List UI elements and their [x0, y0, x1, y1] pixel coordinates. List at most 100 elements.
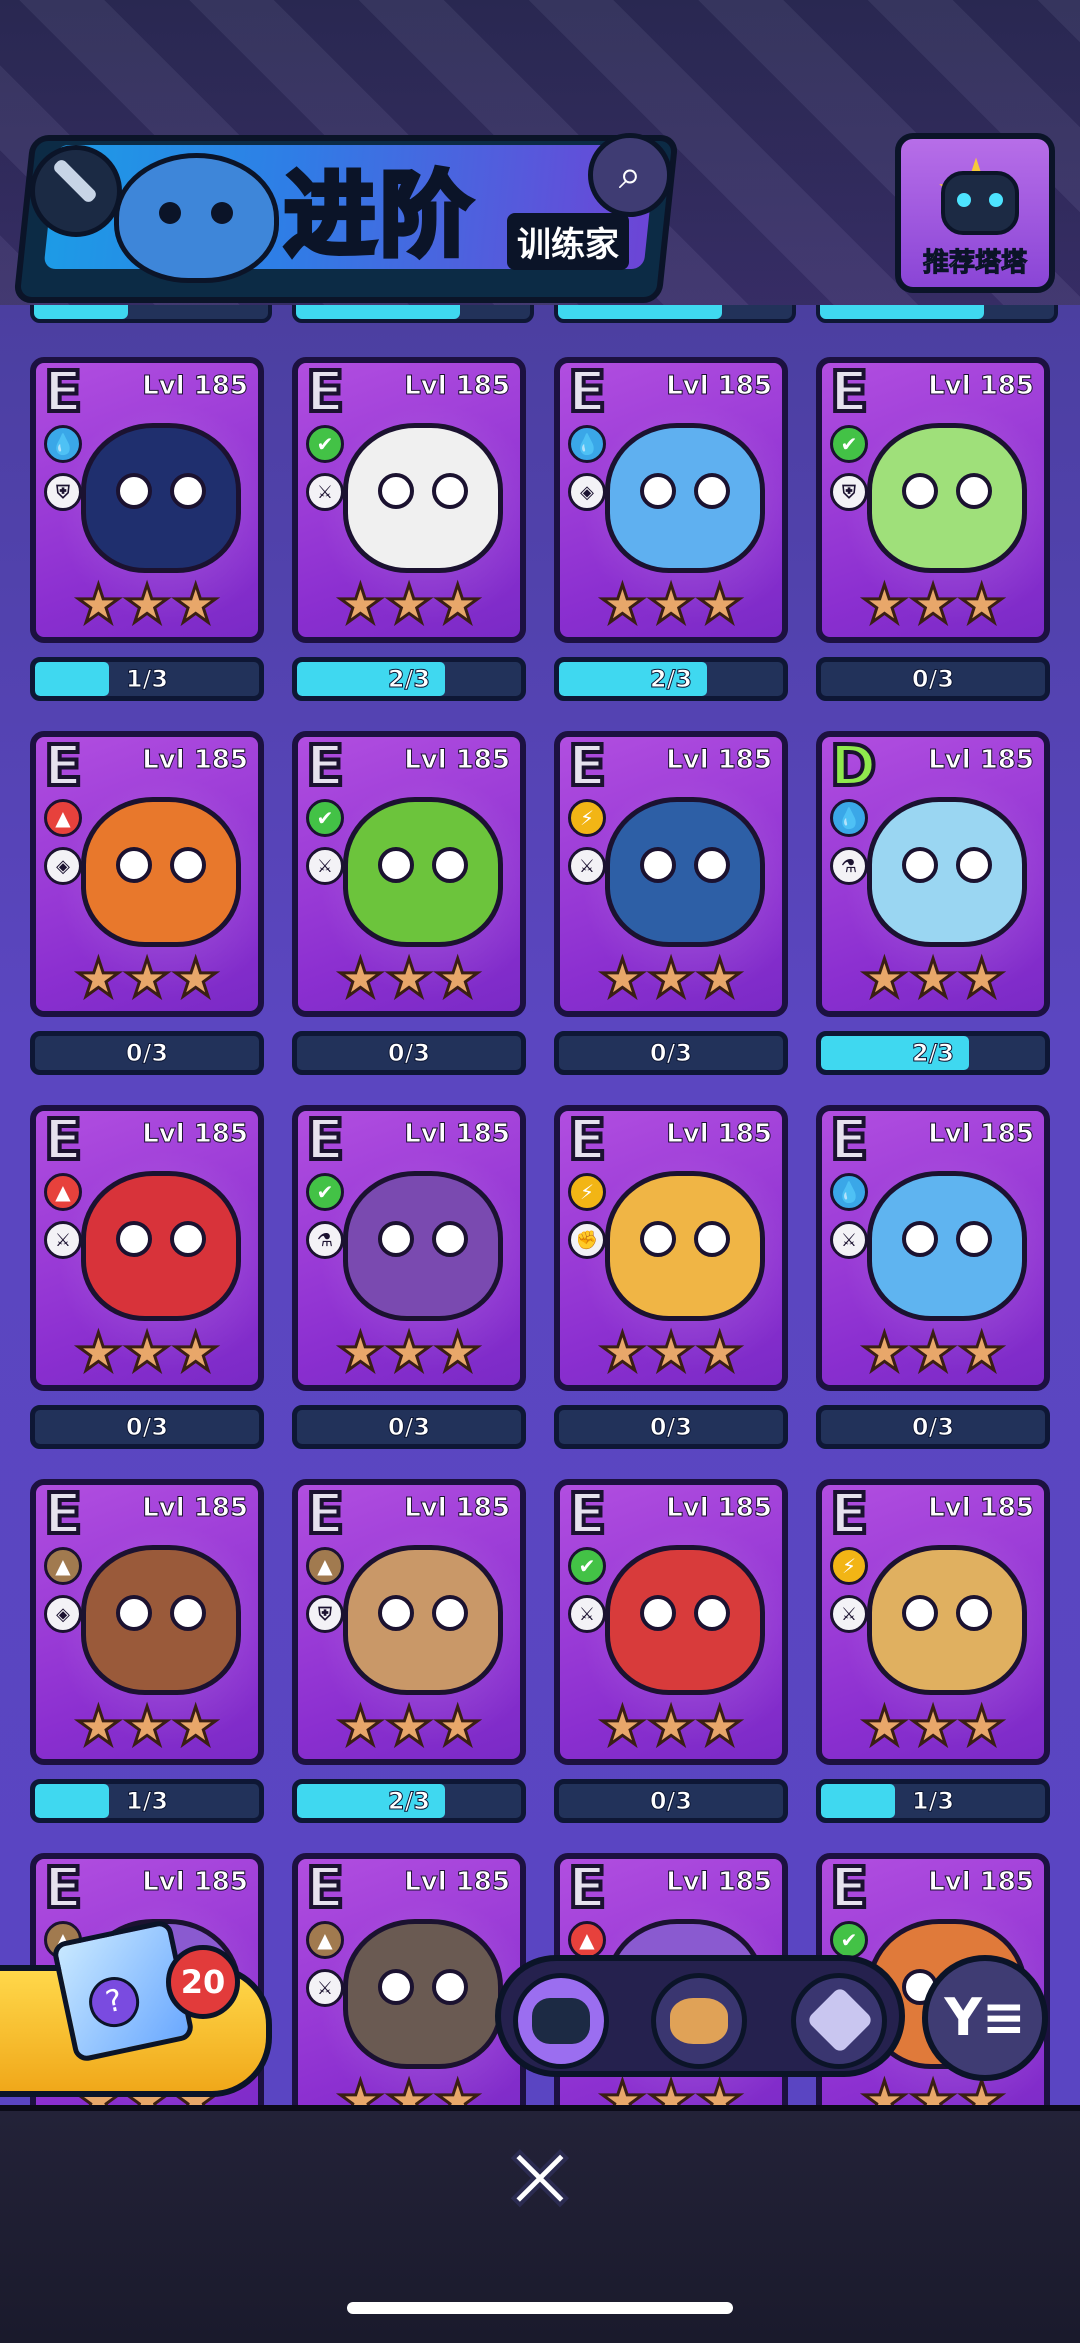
wrench-icon — [30, 145, 122, 237]
tier-badge: E — [828, 1482, 870, 1547]
creature-card[interactable]: E Lvl 185 ⚡ ✊ ★ ★ ★ 0/3 — [554, 1105, 788, 1480]
tier-badge: E — [42, 1108, 84, 1173]
mascot-icon — [114, 153, 279, 283]
creature-card[interactable]: E Lvl 185 ▲ ◈ ★ ★ ★ 0/3 — [30, 731, 264, 1106]
creature-grid[interactable]: E Lvl 185 💧 ⛨ ★ ★ ★ 1/3 E Lvl 185 ✔ ⚔ ★ ★ ★ 2/3 E Lvl 185… — [0, 305, 1080, 2105]
progress-bar: 2/3 — [292, 657, 526, 701]
progress-bar: 2/3 — [292, 1779, 526, 1823]
star-icon: ★ — [598, 1697, 648, 1757]
progress-text: 0/3 — [387, 1039, 431, 1068]
star-icon: ★ — [908, 575, 958, 635]
creature-card[interactable]: E Lvl 185 ▲ ⚔ ★ ★ ★ — [292, 1853, 526, 2105]
progress-text: 0/3 — [125, 1039, 169, 1068]
creature-card[interactable]: E Lvl 185 ⚡ ⚔ ★ ★ ★ 1/3 — [816, 1479, 1050, 1854]
star-icon: ★ — [74, 1697, 124, 1757]
star-rating: ★★★ — [598, 1697, 745, 1757]
star-rating: ★★★ — [74, 1323, 221, 1383]
fire-icon: ▲ — [44, 1173, 82, 1211]
creature-card[interactable]: E Lvl 185 ▲ ◈ ★ ★ ★ 1/3 — [30, 1479, 264, 1854]
level-label: Lvl 185 — [666, 745, 773, 776]
creature-card[interactable]: E Lvl 185 ▲ ⛨ ★ ★ ★ 2/3 — [292, 1479, 526, 1854]
tier-badge: E — [304, 1108, 346, 1173]
creature-card[interactable]: E Lvl 185 ✔ ⚔ ★ ★ ★ 2/3 — [292, 357, 526, 732]
star-icon: ★ — [74, 1323, 124, 1383]
progress-bar: 0/3 — [30, 1405, 264, 1449]
creature-card[interactable]: D Lvl 185 💧 ⚗ ★ ★ ★ 2/3 — [816, 731, 1050, 1106]
robot-icon — [941, 171, 1019, 235]
progress-text: 0/3 — [649, 1039, 693, 1068]
creature-card[interactable]: E Lvl 185 💧 ◈ ★ ★ ★ 2/3 — [554, 357, 788, 732]
card-portrait: E Lvl 185 ✔ ⚗ ★ ★ ★ — [292, 1105, 526, 1391]
water-icon: 💧 — [44, 425, 82, 463]
water-icon: 💧 — [830, 799, 868, 837]
star-rating: ★★★ — [336, 1323, 483, 1383]
star-icon: ★ — [646, 1697, 696, 1757]
progress-bar: 0/3 — [816, 1405, 1050, 1449]
card-portrait: E Lvl 185 ▲ ⚔ ★ ★ ★ — [292, 1853, 526, 2105]
progress-text: 0/3 — [649, 1787, 693, 1816]
card-portrait: E Lvl 185 💧 ◈ ★ ★ ★ — [554, 357, 788, 643]
star-icon: ★ — [646, 575, 696, 635]
creature-card[interactable]: E Lvl 185 ✔ ⛨ ★ ★ ★ 0/3 — [816, 357, 1050, 732]
star-icon: ★ — [646, 2071, 696, 2106]
star-icon: ★ — [336, 1323, 386, 1383]
creature-art — [605, 1171, 765, 1321]
tab-crystal-icon[interactable] — [791, 1973, 887, 2069]
creature-card[interactable]: E Lvl 185 ⚡ ⚔ ★ ★ ★ 0/3 — [554, 731, 788, 1106]
filter-icon[interactable]: Y≡ — [922, 1955, 1048, 2081]
leaf-icon: ✔ — [306, 425, 344, 463]
home-indicator[interactable] — [347, 2302, 733, 2314]
creature-art — [605, 1545, 765, 1695]
card-portrait: E Lvl 185 💧 ⚔ ★ ★ ★ — [816, 1105, 1050, 1391]
leaf-icon: ✔ — [568, 1547, 606, 1585]
star-icon: ★ — [74, 575, 124, 635]
recommend-button[interactable]: ★ 推荐塔塔 — [895, 133, 1055, 293]
tier-badge: E — [42, 360, 84, 425]
tier-badge: D — [828, 734, 879, 799]
water-icon: 💧 — [830, 1173, 868, 1211]
tier-badge: E — [304, 360, 346, 425]
star-rating: ★★★ — [74, 1697, 221, 1757]
star-icon: ★ — [957, 575, 1007, 635]
star-icon: ★ — [336, 2071, 386, 2106]
star-icon: ★ — [171, 575, 221, 635]
star-rating: ★★★ — [74, 952, 221, 1007]
star-icon: ★ — [384, 575, 434, 635]
level-label: Lvl 185 — [142, 1493, 249, 1524]
star-icon: ★ — [646, 1323, 696, 1383]
creature-card[interactable]: E Lvl 185 ✔ ⚗ ★ ★ ★ 0/3 — [292, 1105, 526, 1480]
card-portrait: E Lvl 185 ✔ ⚔ ★ ★ ★ — [292, 731, 526, 1017]
tab-food-icon[interactable] — [651, 1973, 747, 2069]
creature-card[interactable]: E Lvl 185 💧 ⚔ ★ ★ ★ 0/3 — [816, 1105, 1050, 1480]
progress-bar: 0/3 — [292, 1031, 526, 1075]
star-icon: ★ — [695, 1323, 745, 1383]
flask-icon: ⚗ — [306, 1221, 344, 1259]
tier-badge: E — [566, 1482, 608, 1547]
creature-art — [867, 1171, 1027, 1321]
level-label: Lvl 185 — [404, 745, 511, 776]
creature-card[interactable]: E Lvl 185 💧 ⛨ ★ ★ ★ 1/3 — [30, 357, 264, 732]
creature-card[interactable]: E Lvl 185 ✔ ⚔ ★ ★ ★ 0/3 — [554, 1479, 788, 1854]
earth-icon: ▲ — [44, 1547, 82, 1585]
close-icon[interactable]: ✕ — [490, 2126, 590, 2235]
page-title: 进阶 — [281, 160, 477, 272]
progress-text: 0/3 — [125, 1413, 169, 1442]
search-icon[interactable]: ⌕ — [588, 133, 672, 217]
card-portrait: E Lvl 185 ▲ ◈ ★ ★ ★ — [30, 1479, 264, 1765]
star-icon: ★ — [122, 575, 172, 635]
star-rating: ★★★ — [336, 2071, 483, 2106]
card-portrait: E Lvl 185 ✔ ⛨ ★ ★ ★ — [816, 357, 1050, 643]
tier-badge: E — [566, 734, 608, 799]
star-rating: ★★★ — [336, 1700, 483, 1755]
category-tabs — [495, 1955, 905, 2077]
tab-robot-icon[interactable] — [513, 1973, 609, 2069]
star-icon: ★ — [695, 2071, 745, 2106]
level-label: Lvl 185 — [142, 371, 249, 402]
leaf-icon: ✔ — [306, 1173, 344, 1211]
creature-card[interactable]: E Lvl 185 ✔ ⚔ ★ ★ ★ 0/3 — [292, 731, 526, 1106]
dagger-icon: ⚔ — [830, 1595, 868, 1633]
tier-badge: E — [566, 1856, 608, 1921]
card-portrait: E Lvl 185 💧 ⛨ ★ ★ ★ — [30, 357, 264, 643]
creature-card[interactable]: E Lvl 185 ▲ ⚔ ★ ★ ★ 0/3 — [30, 1105, 264, 1480]
fist-icon: ✊ — [568, 1221, 606, 1259]
